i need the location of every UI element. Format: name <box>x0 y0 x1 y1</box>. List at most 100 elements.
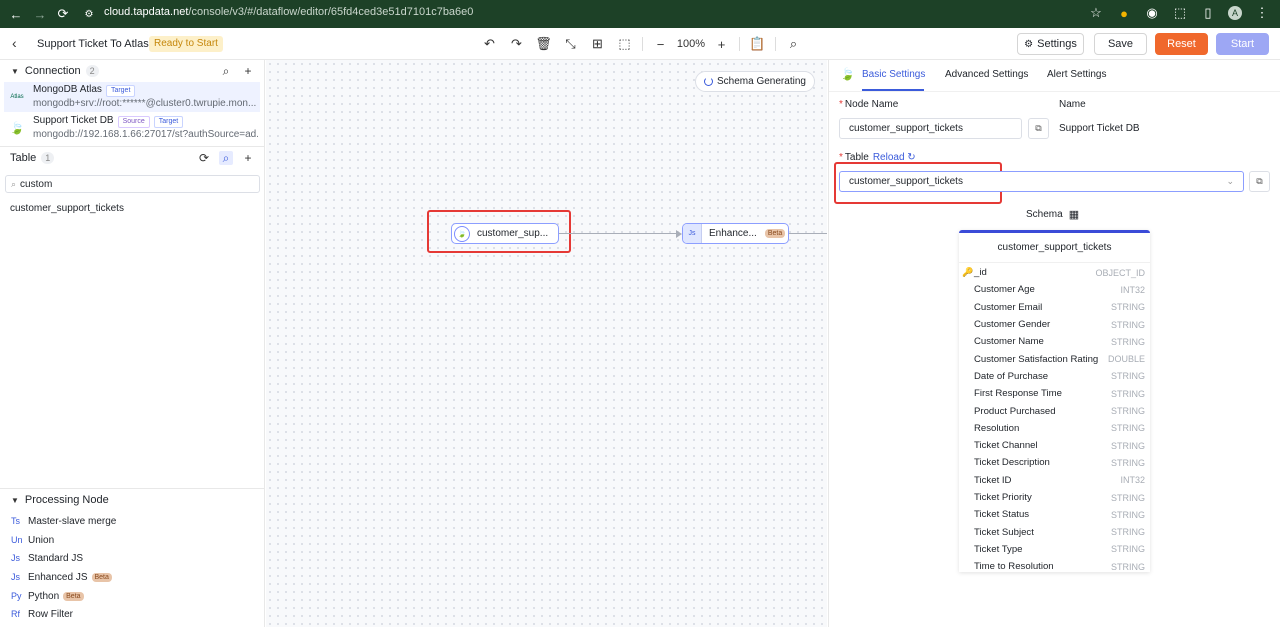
processing-label: Standard JS <box>28 552 84 564</box>
field-name: Ticket Priority <box>974 492 1032 503</box>
processing-item-master-slave-merge[interactable]: Ts Master-slave merge <box>11 513 116 529</box>
clipboard-icon[interactable]: 📋 <box>744 36 771 52</box>
table-select[interactable]: customer_support_tickets ⌄ <box>839 171 1244 192</box>
target-tag: Target <box>153 116 184 128</box>
schema-field-row: Time to Resolution STRING <box>959 558 1150 575</box>
site-info-icon[interactable]: ⚙ <box>81 6 97 22</box>
field-name: Customer Satisfaction Rating <box>974 353 1099 365</box>
select-mode-icon[interactable]: ⬚ <box>611 36 638 52</box>
refresh-icon[interactable]: ⟳ <box>197 151 211 165</box>
table-search-input[interactable] <box>20 178 241 190</box>
mongodb-leaf-icon: 🍃 <box>454 225 470 242</box>
save-button[interactable]: Save <box>1094 33 1147 55</box>
field-name: Resolution <box>974 422 1020 434</box>
processing-item-enhanced-js[interactable]: Js Enhanced JS Beta <box>11 569 112 585</box>
processing-item-python[interactable]: Py Python Beta <box>11 588 84 604</box>
schema-field-row: Ticket Subject STRING <box>959 523 1150 540</box>
extensions-puzzle-icon[interactable]: ⬚ <box>1172 5 1188 21</box>
dataflow-title[interactable]: Support Ticket To Atlas <box>37 38 149 50</box>
chevron-left-icon[interactable]: ‹ <box>12 35 17 51</box>
undo-icon[interactable]: ↶ <box>476 36 503 52</box>
processing-item-row-filter[interactable]: Rf Row Filter <box>11 606 73 622</box>
processing-abbr: Ts <box>11 516 20 526</box>
redo-icon[interactable]: ↷ <box>503 36 530 52</box>
enhanced-js-node[interactable]: Js Enhance... Beta <box>682 223 789 244</box>
profile-avatar[interactable]: A <box>1228 6 1242 20</box>
beta-badge: Beta <box>764 229 786 238</box>
extension-color-icon[interactable]: ● <box>1116 5 1132 21</box>
connection-item-mongodb-atlas[interactable]: Atlas MongoDB Atlas Target mongodb+srv://… <box>4 82 260 112</box>
connection-section-header[interactable]: ▼ Connection 2 ⌕ + <box>0 60 265 82</box>
tab-basic-settings[interactable]: Basic Settings <box>862 69 925 80</box>
reset-button[interactable]: Reset <box>1155 33 1208 55</box>
processing-abbr: Js <box>11 553 20 563</box>
edge-line[interactable] <box>559 233 676 234</box>
fit-view-icon[interactable]: ⤡ <box>557 36 584 52</box>
browser-back-icon[interactable]: ← <box>8 6 24 22</box>
node-name-label: * Node Name <box>839 99 898 110</box>
browser-reload-icon[interactable]: ⟳ <box>55 6 71 22</box>
key-icon: 🔑 <box>962 267 974 278</box>
table-item[interactable]: customer_support_tickets <box>10 203 124 214</box>
processing-label: Enhanced JS <box>28 571 88 583</box>
connection-name: Support Ticket DB <box>33 115 114 126</box>
add-icon[interactable]: + <box>241 151 255 165</box>
extension-dark-icon[interactable]: ◉ <box>1144 5 1160 21</box>
beta-badge: Beta <box>63 591 84 601</box>
browser-menu-icon[interactable]: ⋮ <box>1254 5 1270 21</box>
table-grid-icon[interactable]: ▦ <box>1069 208 1079 221</box>
name-label: Name <box>1059 99 1086 110</box>
start-button[interactable]: Start <box>1216 33 1269 55</box>
field-name-wrap: 🔑 _id <box>962 267 987 278</box>
connection-title: Connection <box>24 65 81 77</box>
search-icon[interactable]: ⌕ <box>219 64 233 78</box>
auto-layout-icon[interactable]: ⊞ <box>584 36 611 52</box>
source-node[interactable]: 🍃 customer_sup... <box>451 223 559 244</box>
delete-icon[interactable]: 🗑 <box>530 36 557 52</box>
edge-line[interactable] <box>789 233 827 234</box>
field-type: STRING <box>1110 492 1145 503</box>
schema-label: Schema <box>1026 209 1063 220</box>
browser-forward-icon[interactable]: → <box>32 6 48 22</box>
settings-button[interactable]: ⚙ Settings <box>1017 33 1084 55</box>
schema-status-pill: Schema Generating <box>695 71 815 92</box>
table-search[interactable]: ⌕ <box>5 175 260 193</box>
toolbar-divider <box>642 37 643 51</box>
zoom-out-icon[interactable]: − <box>647 36 674 52</box>
sidebar-toggle-icon[interactable]: ▯ <box>1200 5 1216 21</box>
processing-section-header[interactable]: ▼ Processing Node <box>0 489 265 511</box>
processing-item-union[interactable]: Un Union <box>11 532 54 548</box>
schema-field-row: Ticket ID INT32 <box>959 472 1150 489</box>
caret-down-icon[interactable]: ▼ <box>11 496 19 505</box>
connection-name-row: MongoDB Atlas Target <box>33 84 136 97</box>
field-type: STRING <box>1110 423 1145 434</box>
dataflow-canvas[interactable]: Schema Generating 🍃 customer_sup... Js E… <box>266 60 827 627</box>
bookmark-star-icon[interactable]: ☆ <box>1088 5 1104 21</box>
address-bar[interactable]: cloud.tapdata.net/console/v3/#/dataflow/… <box>104 6 473 18</box>
copy-icon[interactable]: ⧉ <box>1028 118 1049 139</box>
copy-icon[interactable]: ⧉ <box>1249 171 1270 192</box>
caret-down-icon[interactable]: ▼ <box>11 67 19 76</box>
schema-field-row: Customer Satisfaction Rating DOUBLE <box>959 350 1150 367</box>
connection-url: mongodb://192.168.1.66:27017/st?authSour… <box>33 129 258 140</box>
zoom-level: 100% <box>676 38 706 50</box>
add-icon[interactable]: + <box>241 64 255 78</box>
processing-item-standard-js[interactable]: Js Standard JS <box>11 550 83 566</box>
node-name-input[interactable]: customer_support_tickets <box>839 118 1022 139</box>
field-name: Product Purchased <box>974 405 1056 417</box>
schema-field-row: Ticket Type STRING <box>959 541 1150 558</box>
connection-item-support-ticket-db[interactable]: 🍃 Support Ticket DB Source Target mongodb:… <box>4 113 260 143</box>
tab-advanced-settings[interactable]: Advanced Settings <box>945 69 1028 80</box>
schema-field-row: Product Purchased STRING <box>959 402 1150 419</box>
toolbar-divider <box>739 37 740 51</box>
connection-name-row: Support Ticket DB Source Target <box>33 115 184 128</box>
node-label: customer_sup... <box>477 228 549 239</box>
tab-alert-settings[interactable]: Alert Settings <box>1047 69 1106 80</box>
search-icon[interactable]: ⌕ <box>780 36 807 52</box>
field-name: Ticket Subject <box>974 526 1034 538</box>
table-section-header: Table 1 ⟳ ⌕ + <box>0 147 265 169</box>
zoom-in-icon[interactable]: + <box>708 36 735 52</box>
processing-abbr: Un <box>11 535 23 545</box>
field-name: First Response Time <box>974 388 1062 400</box>
search-icon[interactable]: ⌕ <box>219 151 233 165</box>
